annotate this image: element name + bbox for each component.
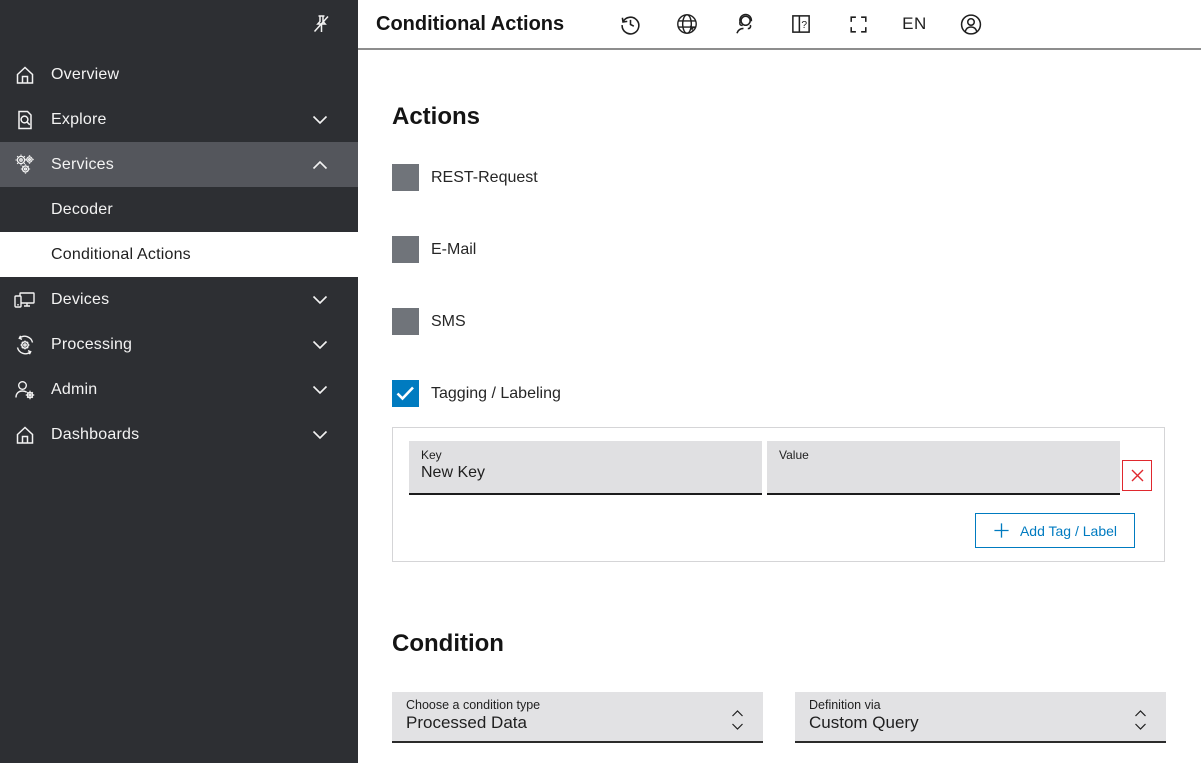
tagging-labeling-checkbox[interactable] (392, 380, 419, 407)
processing-icon (12, 332, 38, 358)
checkbox-label: SMS (431, 313, 466, 331)
fullscreen-icon[interactable] (845, 11, 871, 37)
pin-off-icon[interactable] (306, 9, 336, 39)
actions-heading: Actions (392, 103, 1166, 131)
checkbox-label: E-Mail (431, 241, 476, 259)
chevron-down-icon (312, 385, 328, 395)
devices-icon (12, 287, 38, 313)
rest-request-checkbox[interactable] (392, 164, 419, 191)
key-input[interactable] (421, 462, 750, 482)
definition-via-select[interactable]: Definition via Custom Query (795, 692, 1166, 743)
sidebar-item-devices[interactable]: Devices (0, 277, 358, 322)
definition-via-label: Definition via (809, 698, 1133, 712)
select-texts: Definition via Custom Query (809, 698, 1133, 741)
help-icon[interactable]: ? (788, 11, 814, 37)
sidebar-item-label: Devices (51, 291, 312, 309)
plus-icon (993, 522, 1010, 539)
tag-panel-footer: Add Tag / Label (409, 513, 1152, 548)
sidebar-item-label: Services (51, 156, 312, 174)
sidebar-item-admin[interactable]: Admin (0, 367, 358, 412)
app-window: Overview Explore (0, 0, 1201, 763)
chevron-up-down-icon (730, 698, 749, 741)
email-checkbox[interactable] (392, 236, 419, 263)
select-texts: Choose a condition type Processed Data (406, 698, 730, 741)
sidebar-item-processing[interactable]: Processing (0, 322, 358, 367)
condition-section: Condition Choose a condition type Proces… (392, 630, 1166, 743)
sidebar-item-decoder[interactable]: Decoder (0, 187, 358, 232)
remove-tag-button[interactable] (1122, 460, 1152, 491)
add-tag-label-button[interactable]: Add Tag / Label (975, 513, 1135, 548)
content: Actions REST-Request E-Mail SMS (358, 50, 1201, 763)
chevron-down-icon (312, 295, 328, 305)
sidebar-item-label: Conditional Actions (51, 246, 328, 264)
header-icons: ? EN (617, 11, 984, 37)
dashboards-icon (12, 422, 38, 448)
history-icon[interactable] (617, 11, 643, 37)
sidebar: Overview Explore (0, 0, 358, 763)
svg-text:?: ? (802, 20, 808, 31)
sidebar-item-label: Processing (51, 336, 312, 354)
add-tag-label-text: Add Tag / Label (1020, 523, 1117, 539)
key-field[interactable]: Key (409, 441, 762, 495)
sidebar-item-overview[interactable]: Overview (0, 52, 358, 97)
sidebar-item-label: Overview (51, 66, 328, 84)
sms-checkbox[interactable] (392, 308, 419, 335)
sidebar-item-label: Admin (51, 381, 312, 399)
services-icon (12, 152, 38, 178)
tag-label-panel: Key Value Add Tag / Label (392, 427, 1165, 562)
checkbox-label: REST-Request (431, 169, 538, 187)
actions-checkbox-list: REST-Request E-Mail SMS Tagging / Labeli… (392, 164, 1166, 407)
value-field[interactable]: Value (767, 441, 1120, 495)
sidebar-item-services[interactable]: Services (0, 142, 358, 187)
web-icon[interactable] (674, 11, 700, 37)
condition-type-label: Choose a condition type (406, 698, 730, 712)
value-input[interactable] (779, 462, 1108, 482)
chevron-up-icon (312, 160, 328, 170)
support-icon[interactable] (731, 11, 757, 37)
sidebar-item-label: Explore (51, 111, 312, 129)
checkbox-row-rest-request[interactable]: REST-Request (392, 164, 1166, 191)
chevron-down-icon (312, 340, 328, 350)
x-icon (1130, 468, 1145, 483)
checkbox-row-tagging-labeling[interactable]: Tagging / Labeling (392, 380, 1166, 407)
sidebar-item-dashboards[interactable]: Dashboards (0, 412, 358, 457)
sidebar-item-label: Dashboards (51, 426, 312, 444)
checkbox-row-sms[interactable]: SMS (392, 308, 1166, 335)
sidebar-nav: Overview Explore (0, 52, 358, 457)
condition-heading: Condition (392, 630, 1166, 658)
explore-icon (12, 107, 38, 133)
header: Conditional Actions (358, 0, 1201, 50)
key-field-label: Key (421, 448, 750, 462)
checkmark-icon (396, 386, 415, 401)
language-selector[interactable]: EN (902, 14, 927, 34)
condition-type-select[interactable]: Choose a condition type Processed Data (392, 692, 763, 743)
definition-via-value: Custom Query (809, 713, 1133, 733)
checkbox-row-email[interactable]: E-Mail (392, 236, 1166, 263)
sidebar-item-explore[interactable]: Explore (0, 97, 358, 142)
home-icon (12, 62, 38, 88)
sidebar-item-conditional-actions[interactable]: Conditional Actions (0, 232, 358, 277)
chevron-down-icon (312, 430, 328, 440)
condition-type-value: Processed Data (406, 713, 730, 733)
sidebar-item-label: Decoder (51, 201, 328, 219)
chevron-up-down-icon (1133, 698, 1152, 741)
main-area: Conditional Actions (358, 0, 1201, 763)
condition-selects: Choose a condition type Processed Data D… (392, 692, 1166, 743)
page-title: Conditional Actions (376, 13, 564, 36)
admin-icon (12, 377, 38, 403)
chevron-down-icon (312, 115, 328, 125)
tag-fields-row: Key Value (409, 441, 1152, 495)
checkbox-label: Tagging / Labeling (431, 385, 561, 403)
account-icon[interactable] (958, 11, 984, 37)
value-field-label: Value (779, 448, 1108, 462)
